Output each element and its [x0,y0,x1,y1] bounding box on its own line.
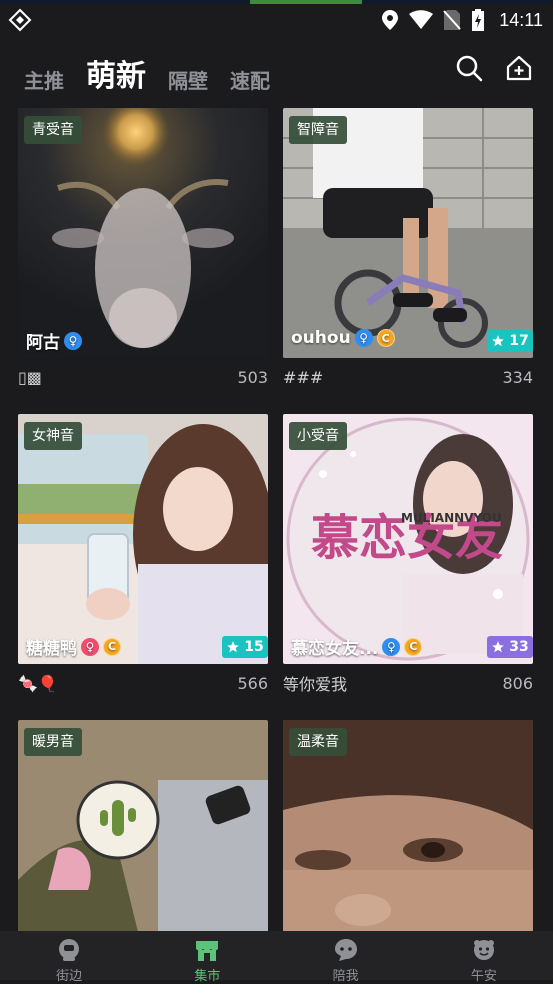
image-text-sub: MULIANNVYOU [401,511,502,525]
listen-count: 566 [237,673,268,693]
nav-item-market[interactable]: 集市 [162,931,252,984]
star-count-badge: 33 [487,636,533,658]
afternoon-icon [473,940,494,960]
companion-icon [334,939,357,961]
top-actions [455,54,533,82]
voice-card[interactable]: 女神音 糖糖鸭 ♀ C 15 🍬🎈 566 [18,414,268,696]
card-meta: 🍬🎈 566 [18,672,268,694]
listen-count: 806 [502,673,533,693]
user-name: ouhou [291,328,351,348]
nav-item-afternoon[interactable]: 午安 [439,931,529,984]
status-bar: 14:11 [0,0,553,40]
star-count: 15 [244,639,264,655]
voice-card[interactable]: 温柔音 [283,720,533,932]
card-meta: 等你爱我 806 [283,672,533,695]
card-meta: ### 334 [283,366,533,388]
coin-badge-icon: C [103,637,121,656]
tab-supei[interactable]: 速配 [230,66,270,96]
listen-count: 334 [502,367,533,387]
app-diamond-icon [8,8,32,32]
street-icon [59,939,80,961]
card-image[interactable]: 慕恋女友 MULIANNVYOU [283,414,533,664]
gender-badge: ♀ [81,637,99,656]
user-name-row: 慕恋女友... ♀ C [291,634,423,659]
top-tab-bar: 主推 萌新 隔壁 速配 [24,48,270,96]
voice-type-tag: 暖男音 [24,728,82,756]
battery-icon [472,9,485,31]
tab-gebi[interactable]: 隔壁 [168,66,208,96]
tab-zhutui[interactable]: 主推 [24,66,64,96]
voice-type-tag: 青受音 [24,116,82,144]
market-icon [196,941,219,961]
star-count: 17 [509,333,529,349]
star-icon [492,641,505,653]
voice-card[interactable]: 青受音 阿古 ♀ ▯▩ 503 [18,108,268,390]
goat-photo [18,108,268,358]
no-sim-icon [443,10,462,30]
star-icon [227,641,240,653]
coin-badge-icon: C [404,637,423,656]
card-image[interactable] [18,414,268,664]
voice-card[interactable]: 慕恋女友 MULIANNVYOU 小受音 慕恋女友... ♀ C 33 等你爱我… [283,414,533,696]
nav-label-street: 街边 [56,969,83,984]
nav-item-street[interactable]: 街边 [24,931,114,984]
user-name: 阿古 [26,333,60,353]
star-count-badge: 15 [222,636,268,658]
card-caption: 等你爱我 [283,675,348,694]
location-icon [382,10,399,30]
star-count-badge: 17 [487,330,533,352]
voice-type-tag: 小受音 [289,422,347,450]
card-caption: ### [283,367,324,387]
girl-car-photo [18,414,268,664]
card-image[interactable] [18,108,268,358]
voice-type-tag: 女神音 [24,422,82,450]
gender-badge: ♀ [64,331,82,350]
gender-badge: ♀ [382,637,401,656]
status-time: 14:11 [499,9,543,30]
nav-label-market: 集市 [194,969,221,984]
nav-item-companion[interactable]: 陪我 [301,931,391,984]
star-count: 33 [509,639,529,655]
user-name-row: 阿古 ♀ [26,328,82,353]
nav-label-afternoon: 午安 [470,969,497,984]
wifi-icon [409,10,434,29]
add-home-icon[interactable] [505,54,533,82]
user-name: 慕恋女友... [291,639,379,659]
tab-mengxin[interactable]: 萌新 [86,58,146,96]
top-progress-strip [250,0,362,4]
star-icon [492,335,505,347]
card-meta: ▯▩ 503 [18,366,268,388]
coin-badge-icon: C [376,329,395,347]
bottom-nav: 街边 集市 陪我 午安 [0,931,553,984]
voice-type-tag: 温柔音 [289,728,347,756]
card-caption: ▯▩ [18,367,42,387]
card-caption: 🍬🎈 [18,673,58,693]
bike-photo [283,108,533,358]
listen-count: 503 [237,367,268,387]
voice-card[interactable]: 暖男音 [18,720,268,932]
user-name-row: ouhou ♀ C [291,328,395,348]
nav-label-companion: 陪我 [332,969,359,984]
voice-card[interactable]: 智障音 ouhou ♀ C 17 ### 334 [283,108,533,390]
user-name-row: 糖糖鸭 ♀ C [26,634,121,659]
voice-type-tag: 智障音 [289,116,347,144]
user-name: 糖糖鸭 [26,639,77,659]
avatar-art-photo: 慕恋女友 MULIANNVYOU [283,414,533,664]
gender-badge: ♀ [354,329,373,347]
search-icon[interactable] [455,54,483,82]
card-image[interactable] [283,108,533,358]
